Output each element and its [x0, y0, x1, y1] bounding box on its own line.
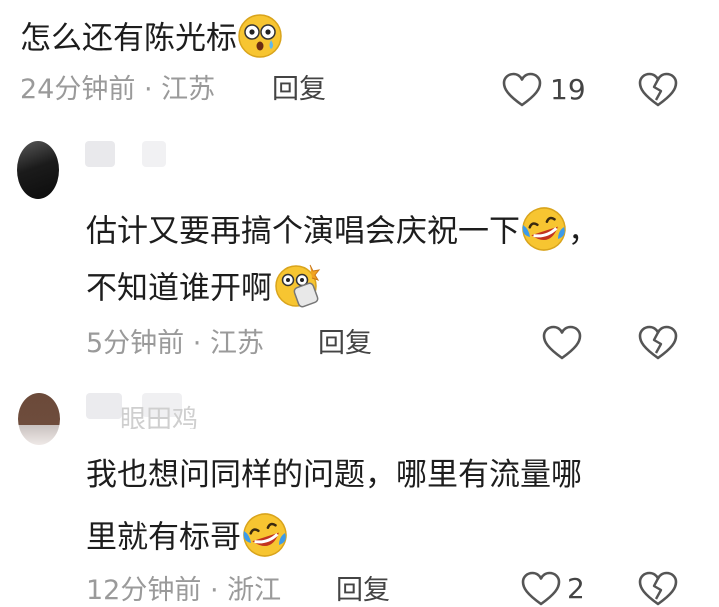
comment-time: 24分钟前 — [20, 74, 136, 105]
meta-separator: · — [192, 328, 202, 359]
shocked-face-icon — [237, 13, 283, 67]
avatar[interactable] — [18, 393, 60, 445]
laughing-crying-face-icon — [241, 511, 289, 567]
meta-separator: · — [209, 575, 219, 606]
avatar[interactable] — [17, 141, 59, 199]
username-redacted — [142, 141, 166, 167]
reply-button[interactable]: 回复 — [336, 575, 390, 607]
comment-time: 12分钟前 — [86, 575, 202, 606]
dislike-icon[interactable] — [638, 325, 678, 361]
comment-1: 怎么还有陈光标 24分钟前 · 江苏 回复 19 — [0, 0, 719, 120]
shocked-money-face-icon — [272, 263, 322, 317]
like-button[interactable]: 2 — [521, 569, 591, 607]
heart-icon — [502, 72, 542, 107]
username-redacted — [86, 393, 122, 419]
dislike-icon[interactable] — [638, 72, 678, 108]
username-redacted — [85, 141, 115, 167]
like-count: 19 — [550, 73, 586, 106]
comment-text: 估计又要再搞个演唱会庆祝一下 ， — [86, 205, 599, 261]
like-count: 2 — [567, 572, 585, 605]
laughing-crying-face-icon — [520, 205, 568, 261]
comment-time: 5分钟前 — [86, 328, 185, 359]
comment-2: 估计又要再搞个演唱会庆祝一下 ， 不知道谁开啊 5分钟前 · 江苏 回复 — [0, 135, 719, 375]
dislike-icon[interactable] — [638, 571, 678, 607]
comment-location: 江苏 — [161, 74, 216, 105]
comment-location: 江苏 — [209, 328, 264, 359]
comment-3: 眼田鸡 我也想问同样的问题，哪里有流量哪 里就有标哥 12分钟前 · 浙江 回复 — [0, 385, 719, 607]
comment-text: 我也想问同样的问题，哪里有流量哪 — [86, 457, 582, 493]
comment-location: 浙江 — [227, 575, 282, 606]
heart-icon[interactable] — [542, 325, 582, 361]
heart-icon — [521, 571, 561, 606]
like-button[interactable]: 19 — [502, 70, 592, 110]
comment-text-line2: 不知道谁开啊 — [86, 263, 322, 317]
comment-text-line2: 里就有标哥 — [86, 511, 289, 567]
reply-button[interactable]: 回复 — [272, 74, 326, 106]
comment-text: 怎么还有陈光标 — [20, 13, 283, 67]
username[interactable]: 眼田鸡 — [120, 405, 198, 429]
comment-meta: 24分钟前 · 江苏 — [20, 74, 215, 106]
comment-meta: 5分钟前 · 江苏 — [86, 328, 264, 360]
reply-button[interactable]: 回复 — [318, 328, 372, 360]
meta-separator: · — [143, 74, 153, 105]
comment-meta: 12分钟前 · 浙江 — [86, 575, 281, 607]
